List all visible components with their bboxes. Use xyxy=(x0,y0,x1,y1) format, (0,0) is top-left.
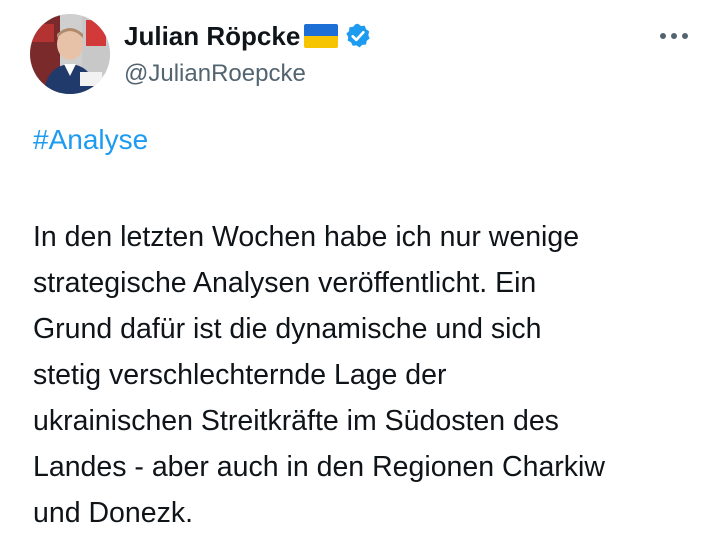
more-horizontal-icon xyxy=(660,33,688,39)
hashtag-link[interactable]: #Analyse xyxy=(33,124,148,156)
tweet-text-line: Grund dafür ist die dynamische und sich xyxy=(33,313,542,345)
author-display-name[interactable]: Julian Röpcke xyxy=(124,21,300,52)
avatar-photo-icon xyxy=(30,14,110,94)
verified-badge-icon[interactable] xyxy=(344,22,372,50)
tweet-text-line: ukrainischen Streitkräfte im Südosten de… xyxy=(33,405,559,437)
author-name-row: Julian Röpcke xyxy=(124,18,372,54)
author-handle[interactable]: @JulianRoepcke xyxy=(124,60,306,88)
author-avatar[interactable] xyxy=(30,14,110,94)
tweet-card: Julian Röpcke @JulianRoepcke #Analyse In… xyxy=(0,0,720,556)
tweet-text: In den letzten Wochen habe ich nur wenig… xyxy=(33,214,703,536)
tweet-text-line: In den letzten Wochen habe ich nur wenig… xyxy=(33,221,580,253)
tweet-text-line: Landes - aber auch in den Regionen Chark… xyxy=(33,451,605,483)
tweet-text-line: strategische Analysen veröffentlicht. Ei… xyxy=(33,267,537,299)
more-options-button[interactable] xyxy=(652,18,696,54)
tweet-text-line: und Donezk. xyxy=(33,497,194,529)
tweet-text-line: stetig verschlechternde Lage der xyxy=(33,359,447,391)
ukraine-flag-icon xyxy=(304,24,339,48)
